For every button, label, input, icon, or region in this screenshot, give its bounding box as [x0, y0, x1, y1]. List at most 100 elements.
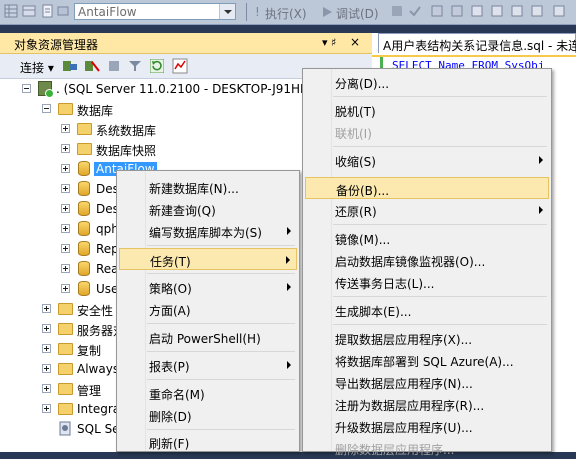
menu-item-label: 策略(O)	[149, 282, 192, 296]
folder-icon	[58, 343, 73, 355]
menu-item-label: 传送事务日志(L)...	[335, 277, 435, 291]
menu-separator	[333, 296, 547, 297]
expand-icon[interactable]	[61, 224, 70, 233]
menu-item-label: 启动数据库镜像监视器(O)...	[335, 255, 486, 269]
filter-icon[interactable]	[128, 59, 142, 73]
menu-item-label: 删除(D)	[149, 410, 192, 424]
menu-item-register-data-tier-app[interactable]: 注册为数据层应用程序(R)...	[305, 393, 549, 415]
database-context-menu: 新建数据库(N)... 新建查询(Q) 编写数据库脚本为(S) 任务(T) 策略…	[116, 170, 300, 452]
menu-item-detach[interactable]: 分离(D)...	[305, 71, 549, 93]
refresh-icon[interactable]	[150, 59, 164, 73]
expand-icon[interactable]	[61, 244, 70, 253]
folder-icon	[58, 103, 73, 115]
expand-icon[interactable]	[61, 204, 70, 213]
pin-icon[interactable]: ▾ ♯	[322, 36, 336, 49]
expand-icon[interactable]	[42, 364, 51, 373]
menu-item-export-data-tier-app[interactable]: 导出数据层应用程序(N)...	[305, 371, 549, 393]
tasks-submenu: 分离(D)... 脱机(T) 联机(I) 收缩(S) 备份(B)... 还原(R…	[302, 68, 552, 457]
execute-button[interactable]: 执行(X)	[265, 5, 307, 22]
svg-text:!: !	[255, 5, 260, 19]
menu-separator	[147, 323, 295, 324]
menu-item-label: 收缩(S)	[335, 155, 376, 169]
menu-item-new-query[interactable]: 新建查询(Q)	[119, 198, 297, 220]
parse-icon[interactable]	[430, 4, 444, 18]
menu-item-label: 生成脚本(E)...	[335, 305, 412, 319]
indent-icon[interactable]	[552, 4, 566, 18]
activity-monitor-icon[interactable]	[172, 58, 188, 74]
plan-icon[interactable]	[450, 4, 464, 18]
expand-icon[interactable]	[42, 324, 51, 333]
expand-icon[interactable]	[42, 404, 51, 413]
expand-icon[interactable]	[61, 144, 70, 153]
connect-button[interactable]: 连接 ▾	[20, 59, 54, 76]
menu-item-generate-scripts[interactable]: 生成脚本(E)...	[305, 299, 549, 321]
menu-item-bring-online[interactable]: 联机(I)	[305, 121, 549, 143]
database-icon	[78, 261, 90, 276]
results-grid-icon[interactable]	[490, 4, 504, 18]
menu-item-label: 方面(A)	[149, 304, 191, 318]
object-explorer-titlebar: 对象资源管理器 ▾ ♯ ×	[0, 33, 372, 54]
expand-icon[interactable]	[42, 384, 51, 393]
expand-icon[interactable]	[42, 344, 51, 353]
submenu-arrow-icon	[287, 227, 291, 235]
menu-item-label: 分离(D)...	[335, 77, 390, 91]
menu-item-label: 注册为数据层应用程序(R)...	[335, 399, 485, 413]
menu-item-launch-mirroring-monitor[interactable]: 启动数据库镜像监视器(O)...	[305, 249, 549, 271]
tree-item-label: 系统数据库	[96, 124, 157, 138]
toolbar-separator	[246, 3, 247, 21]
folder-icon	[58, 303, 73, 315]
collapse-icon[interactable]	[42, 104, 51, 113]
comment-icon[interactable]	[530, 4, 544, 18]
menu-item-label: 联机(I)	[335, 127, 372, 141]
menu-item-backup[interactable]: 备份(B)...	[305, 177, 549, 199]
menu-item-shrink[interactable]: 收缩(S)	[305, 149, 549, 171]
menu-item-reports[interactable]: 报表(P)	[119, 354, 297, 376]
debug-button[interactable]: 调试(D)	[336, 5, 379, 22]
menu-item-take-offline[interactable]: 脱机(T)	[305, 99, 549, 121]
menu-item-new-database[interactable]: 新建数据库(N)...	[119, 176, 297, 198]
database-select[interactable]: AntaiFlow	[74, 3, 236, 20]
expand-icon[interactable]	[61, 124, 70, 133]
menu-item-label: 报表(P)	[149, 360, 190, 374]
stop-icon[interactable]	[108, 60, 120, 72]
expand-icon[interactable]	[61, 164, 70, 173]
results-file-icon[interactable]	[510, 4, 524, 18]
close-icon[interactable]: ×	[350, 35, 360, 49]
menu-item-start-powershell[interactable]: 启动 PowerShell(H)	[119, 326, 297, 348]
editor-tab[interactable]: A用户表结构关系记录信息.sql - 未连	[378, 33, 576, 53]
menu-item-label: 备份(B)...	[336, 184, 390, 198]
database-icon	[78, 181, 90, 196]
expand-icon[interactable]	[42, 304, 51, 313]
check-icon[interactable]	[408, 4, 422, 18]
menu-item-refresh[interactable]: 刷新(F)	[119, 431, 297, 453]
chevron-down-icon[interactable]	[219, 4, 235, 19]
menu-item-extract-data-tier-app[interactable]: 提取数据层应用程序(X)...	[305, 327, 549, 349]
menu-separator	[147, 379, 295, 380]
connection-icon[interactable]	[56, 4, 70, 18]
menu-item-restore[interactable]: 还原(R)	[305, 199, 549, 221]
results-text-icon[interactable]	[470, 4, 484, 18]
menu-item-mirror[interactable]: 镜像(M)...	[305, 227, 549, 249]
stop-icon[interactable]	[390, 4, 404, 18]
menu-item-facets[interactable]: 方面(A)	[119, 298, 297, 320]
menu-item-policies[interactable]: 策略(O)	[119, 276, 297, 298]
expand-icon[interactable]	[61, 264, 70, 273]
main-toolbar: AntaiFlow ! 执行(X) 调试(D)	[0, 0, 576, 25]
menu-item-upgrade-data-tier-app[interactable]: 升级数据层应用程序(U)...	[305, 415, 549, 437]
menu-item-delete[interactable]: 删除(D)	[119, 404, 297, 426]
expand-icon[interactable]	[61, 184, 70, 193]
connect-server-icon[interactable]	[62, 59, 78, 73]
table-icon[interactable]	[22, 4, 36, 18]
menu-item-deploy-to-sql-azure[interactable]: 将数据库部署到 SQL Azure(A)...	[305, 349, 549, 371]
menu-item-tasks[interactable]: 任务(T)	[119, 248, 297, 270]
menu-item-rename[interactable]: 重命名(M)	[119, 382, 297, 404]
collapse-icon[interactable]	[22, 84, 31, 93]
disconnect-icon[interactable]	[84, 59, 100, 73]
menu-item-script-database[interactable]: 编写数据库脚本为(S)	[119, 220, 297, 242]
database-icon	[78, 201, 90, 216]
expand-icon[interactable]	[61, 284, 70, 293]
menu-item-delete-data-tier-app[interactable]: 删除数据层应用程序...	[305, 437, 549, 459]
menu-item-ship-transaction-logs[interactable]: 传送事务日志(L)...	[305, 271, 549, 293]
grid-icon[interactable]	[4, 4, 18, 18]
file-icon[interactable]	[40, 4, 54, 18]
